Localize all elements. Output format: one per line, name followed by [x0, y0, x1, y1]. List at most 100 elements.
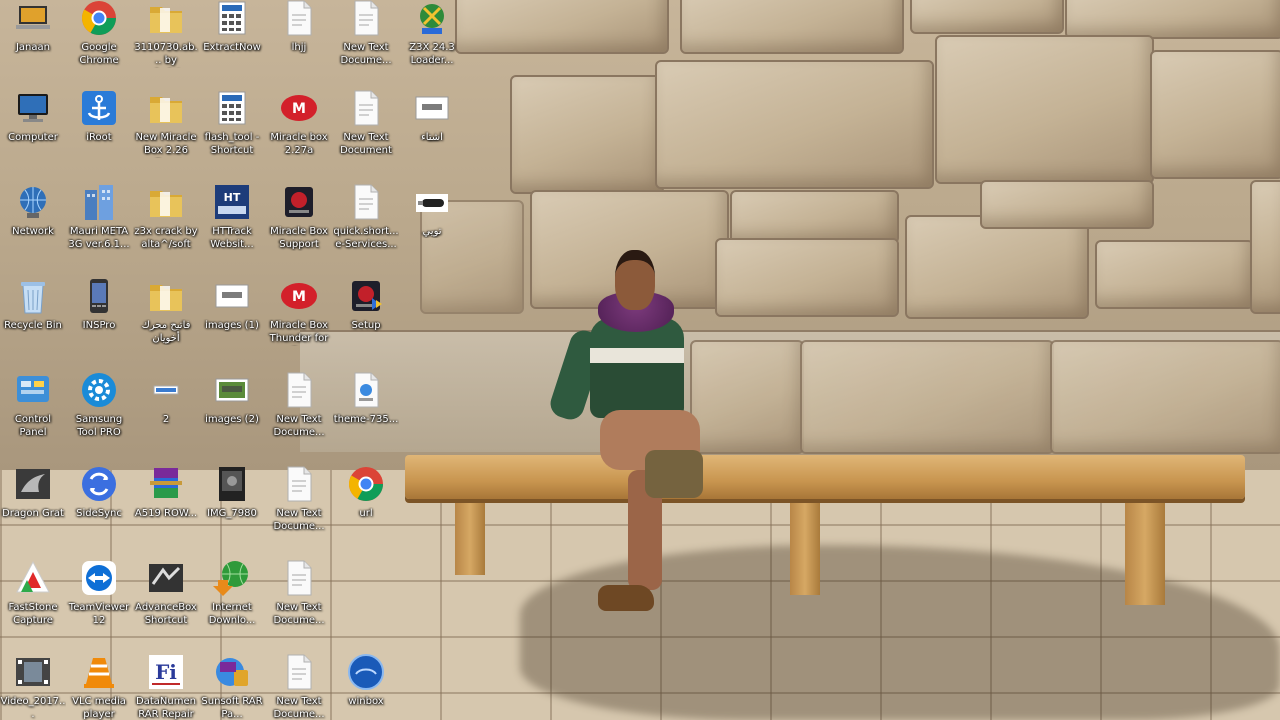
desktop-icon-label: New Text Docume... — [273, 602, 325, 626]
httrack-icon: HT — [212, 182, 252, 222]
desktop-icon[interactable]: New Miracle Box 2.26 By... — [133, 86, 199, 176]
desktop-icon[interactable]: IMG_7980 — [199, 462, 265, 552]
desktop-icon[interactable]: A519 ROW... — [133, 462, 199, 552]
desktop-icon[interactable]: Mauri META 3G ver.6.1... — [66, 180, 132, 270]
rar-password-icon — [212, 652, 252, 692]
small-image-icon — [146, 370, 186, 410]
folder-icon — [146, 88, 186, 128]
desktop-icon[interactable]: Setup — [333, 274, 399, 364]
vlc-icon — [79, 652, 119, 692]
desktop-icon-label: اشتاء — [421, 132, 443, 143]
desktop-icon-label: HTTrack Websit... — [210, 226, 254, 250]
desktop-icon[interactable]: Internet Downlo... — [199, 556, 265, 646]
desktop-icon[interactable]: images (2) — [199, 368, 265, 458]
program-icon — [412, 0, 452, 38]
wallpaper-stone — [905, 215, 1089, 319]
desktop-icon[interactable]: New Text Docume... — [266, 650, 332, 720]
desktop-icon[interactable]: Miracle Box Support — [266, 180, 332, 270]
desktop-icon-label: TeamViewer 12 — [68, 602, 130, 626]
desktop-icon[interactable]: تويي — [399, 180, 465, 270]
desktop-icon[interactable]: New Text Docume... — [266, 462, 332, 552]
wallpaper-stone — [730, 190, 899, 244]
desktop-icon-label: flash_tool - Shortcut — [204, 132, 260, 156]
desktop-icon[interactable]: اشتاء — [399, 86, 465, 176]
desktop-icon[interactable]: Video_2017... — [0, 650, 66, 720]
svg-text:M: M — [292, 289, 306, 305]
desktop-icon[interactable]: Dragon Grat — [0, 462, 66, 552]
desktop-icon[interactable]: Recycle Bin — [0, 274, 66, 364]
building-icon — [79, 182, 119, 222]
desktop-icon[interactable]: iRoot — [66, 86, 132, 176]
desktop-icon[interactable]: url — [333, 462, 399, 552]
image-icon — [212, 370, 252, 410]
document-icon — [279, 558, 319, 598]
desktop-icon[interactable]: TeamViewer 12 — [66, 556, 132, 646]
desktop-icon-label: INSPro — [82, 320, 116, 331]
desktop-icon[interactable]: HT HTTrack Websit... — [199, 180, 265, 270]
desktop-icon[interactable]: New Text Docume... — [333, 0, 399, 86]
folder-icon — [146, 276, 186, 316]
desktop-icon[interactable]: FastStone Capture — [0, 556, 66, 646]
desktop-icon[interactable]: Network — [0, 180, 66, 270]
desktop-icon-label: VLC media player — [72, 696, 126, 720]
bench-leg — [1125, 495, 1165, 605]
desktop-icon-label: iRoot — [86, 132, 112, 143]
recycle-bin-icon — [13, 276, 53, 316]
desktop-icon[interactable]: winbox — [333, 650, 399, 720]
desktop-icon[interactable]: AdvanceBox Shortcut — [133, 556, 199, 646]
chrome-icon — [79, 0, 119, 38]
desktop-icon[interactable]: INSPro — [66, 274, 132, 364]
desktop-icon-label: New Text Docume... — [273, 414, 325, 438]
desktop-icon[interactable]: New Text Docume... — [266, 368, 332, 458]
document-icon — [346, 182, 386, 222]
desktop-icon[interactable]: Control Panel — [0, 368, 66, 458]
desktop-icon[interactable]: z3x crack by alta^/soft — [133, 180, 199, 270]
camera-file-icon — [212, 464, 252, 504]
desktop-icon[interactable]: 3110730.ab... by sabploto — [133, 0, 199, 86]
desktop-icon-label: theme-735... — [333, 414, 399, 425]
desktop-icon[interactable]: theme-735... — [333, 368, 399, 458]
desktop-icon[interactable]: ExtractNow — [199, 0, 265, 86]
desktop-icon[interactable]: New Text Document — [333, 86, 399, 176]
desktop-icon[interactable]: Sunsoft RAR Pa... — [199, 650, 265, 720]
advancebox-icon — [146, 558, 186, 598]
theme-file-icon — [346, 370, 386, 410]
desktop-icon[interactable]: Google Chrome — [66, 0, 132, 86]
datanumen-icon: Fi — [146, 652, 186, 692]
document-icon — [279, 464, 319, 504]
svg-text:Fi: Fi — [155, 660, 177, 684]
desktop-icon[interactable]: lhjj — [266, 0, 332, 86]
folder-icon — [146, 182, 186, 222]
desktop-icon[interactable]: New Text Docume... — [266, 556, 332, 646]
desktop-icon[interactable]: SideSync — [66, 462, 132, 552]
desktop-icon[interactable]: Janaan — [0, 0, 66, 86]
desktop-icon[interactable]: images (1) — [199, 274, 265, 364]
desktop-icon-label: Video_2017... — [0, 696, 66, 720]
desktop-icon[interactable]: VLC media player — [66, 650, 132, 720]
usb-icon — [412, 182, 452, 222]
bench-leg — [455, 495, 485, 575]
desktop-icon[interactable]: quick.short... e-Services... — [333, 180, 399, 270]
desktop-icon-label: z3x crack by alta^/soft — [134, 226, 198, 250]
desktop-icon[interactable]: Computer — [0, 86, 66, 176]
desktop-icon[interactable]: flash_tool - Shortcut — [199, 86, 265, 176]
desktop-icon-label: images (2) — [205, 414, 259, 425]
desktop-icon[interactable]: Fi DataNumen RAR Repair — [133, 650, 199, 720]
desktop-icon[interactable]: Samsung Tool PRO — [66, 368, 132, 458]
wallpaper-bench — [405, 455, 1245, 499]
desktop-icon-label: Google Chrome — [79, 42, 119, 66]
setup-icon — [346, 276, 386, 316]
desktop-icon[interactable]: فاتيح محرك أخويان — [133, 274, 199, 364]
computer-icon — [13, 88, 53, 128]
desktop-icon-label: Z3X 24.3 Loader... — [409, 42, 455, 66]
phone-icon — [79, 276, 119, 316]
teamviewer-icon — [79, 558, 119, 598]
desktop-icon[interactable]: Z3X 24.3 Loader... — [399, 0, 465, 86]
desktop-icon[interactable]: M Miracle box 2.27a — [266, 86, 332, 176]
document-icon — [346, 0, 386, 38]
desktop-icon[interactable]: 2 — [133, 368, 199, 458]
desktop-icon-label: Dragon Grat — [2, 508, 64, 519]
desktop-icon-label: Miracle box 2.27a — [270, 132, 328, 156]
network-icon — [13, 182, 53, 222]
desktop-icon[interactable]: M Miracle Box Thunder for C... — [266, 274, 332, 364]
